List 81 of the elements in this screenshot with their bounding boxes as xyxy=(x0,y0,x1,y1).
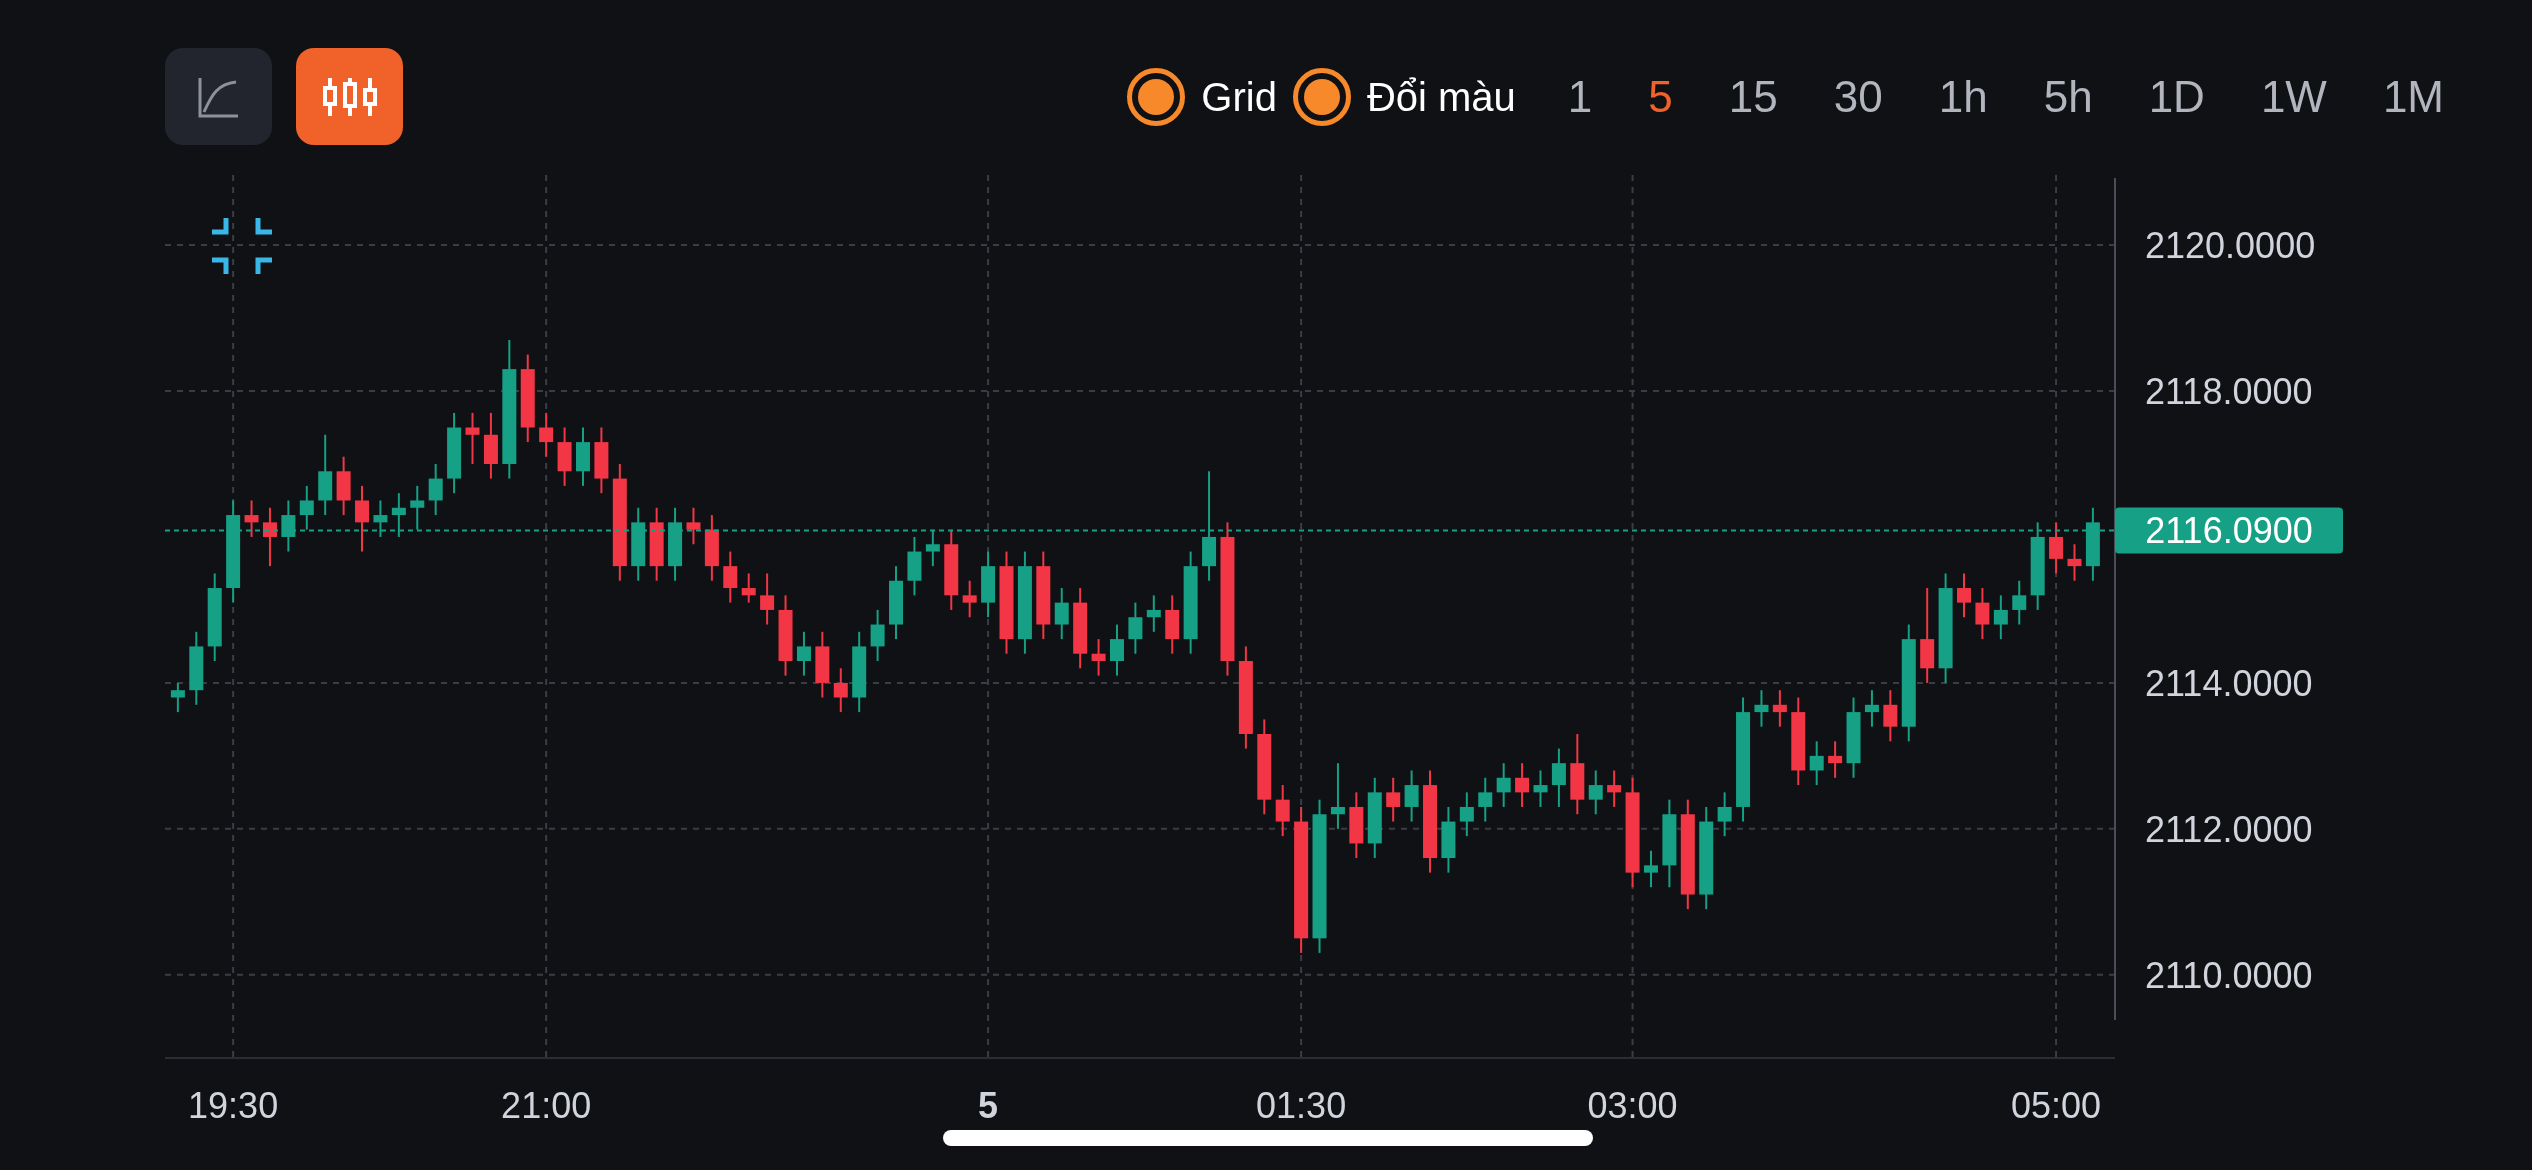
collapse-icon[interactable] xyxy=(209,215,275,277)
candlestick xyxy=(1809,740,1824,787)
candlestick xyxy=(723,550,738,604)
candlestick xyxy=(1864,689,1879,728)
candlestick xyxy=(1478,776,1493,823)
ref-line-label: 2116.0900 xyxy=(2145,510,2313,552)
radio-button[interactable] xyxy=(1127,67,1186,126)
price-axis-label: 2118.0000 xyxy=(2145,371,2313,412)
candlestick xyxy=(1404,769,1419,823)
interval-tab[interactable]: 1 xyxy=(1539,63,1621,130)
candlestick xyxy=(1386,776,1401,823)
radio-button[interactable] xyxy=(1292,67,1351,126)
interval-tab[interactable]: 1h xyxy=(1910,63,2016,130)
time-axis-label: 19:30 xyxy=(188,1085,279,1126)
price-axis-label: 2112.0000 xyxy=(2145,808,2313,850)
candlestick xyxy=(1275,784,1290,838)
candlestick xyxy=(1883,689,1898,743)
candlestick xyxy=(391,492,406,538)
interval-tab[interactable]: 15 xyxy=(1700,63,1806,130)
candlestick xyxy=(262,506,277,568)
candlestick-chart-button[interactable] xyxy=(296,48,403,145)
candlestick xyxy=(2049,521,2064,575)
candlestick xyxy=(1772,689,1787,728)
candlestick xyxy=(281,499,296,553)
candlestick xyxy=(1717,791,1732,838)
candlestick xyxy=(539,411,554,458)
candlestick xyxy=(1828,740,1843,779)
candlestick xyxy=(1975,587,1990,641)
time-axis-label: 05:00 xyxy=(2011,1085,2102,1126)
candlestick xyxy=(833,667,848,714)
candlestick xyxy=(1515,762,1530,808)
candlestick xyxy=(1330,762,1345,830)
candlestick xyxy=(1643,849,1658,889)
time-axis-label: 5 xyxy=(978,1085,999,1126)
candlestick xyxy=(1607,769,1622,808)
candlestick xyxy=(1109,623,1124,677)
candlestick xyxy=(1459,791,1474,838)
price-axis-label: 2110.0000 xyxy=(2145,954,2313,996)
interval-tab[interactable]: 1M xyxy=(2354,63,2472,130)
candlestick xyxy=(355,484,370,553)
time-axis-label: 03:00 xyxy=(1587,1085,1678,1126)
candlestick xyxy=(2012,579,2027,626)
candlestick xyxy=(1957,572,1972,619)
candlestick xyxy=(1754,689,1769,728)
interval-tab[interactable]: 5 xyxy=(1620,63,1701,130)
line-chart-button[interactable] xyxy=(165,48,272,145)
candlestick xyxy=(1496,762,1511,808)
interval-tab[interactable]: 1D xyxy=(2120,63,2233,130)
candlestick xyxy=(962,579,977,619)
option-label: Đổi màu xyxy=(1366,73,1516,121)
candlestick xyxy=(741,572,756,604)
candlestick xyxy=(244,499,259,538)
time-axis-label: 01:30 xyxy=(1256,1085,1347,1126)
candlestick xyxy=(1993,594,2008,641)
price-axis-label: 2114.0000 xyxy=(2145,662,2313,704)
candlestick xyxy=(1588,769,1603,816)
candlestick xyxy=(373,499,388,538)
candlestick xyxy=(410,484,425,531)
current-price-tag: 2116.0900 xyxy=(2115,507,2343,554)
candlestick xyxy=(428,462,443,517)
candlestick xyxy=(299,484,314,531)
candlestick xyxy=(686,506,701,546)
interval-tab[interactable]: 30 xyxy=(1805,63,1911,130)
candlestick xyxy=(1054,587,1069,641)
interval-tab[interactable]: 5h xyxy=(2015,63,2121,130)
candlestick xyxy=(1551,747,1566,808)
candlestick xyxy=(1533,769,1548,808)
candlestick xyxy=(870,608,885,663)
candlestick xyxy=(925,528,940,568)
candlestick xyxy=(1146,594,1161,633)
time-axis-label: 21:00 xyxy=(501,1085,592,1126)
candlestick xyxy=(2067,543,2082,582)
candlestick xyxy=(760,572,775,626)
interval-tab[interactable]: 1W xyxy=(2232,63,2355,130)
candlestick xyxy=(796,630,811,677)
candlestick xyxy=(465,411,480,465)
price-axis-label: 2120.0000 xyxy=(2145,225,2316,267)
option-label: Grid xyxy=(1201,73,1277,121)
candlestick xyxy=(170,681,185,714)
candlestick xyxy=(1091,638,1106,677)
candlestick xyxy=(1128,601,1143,655)
